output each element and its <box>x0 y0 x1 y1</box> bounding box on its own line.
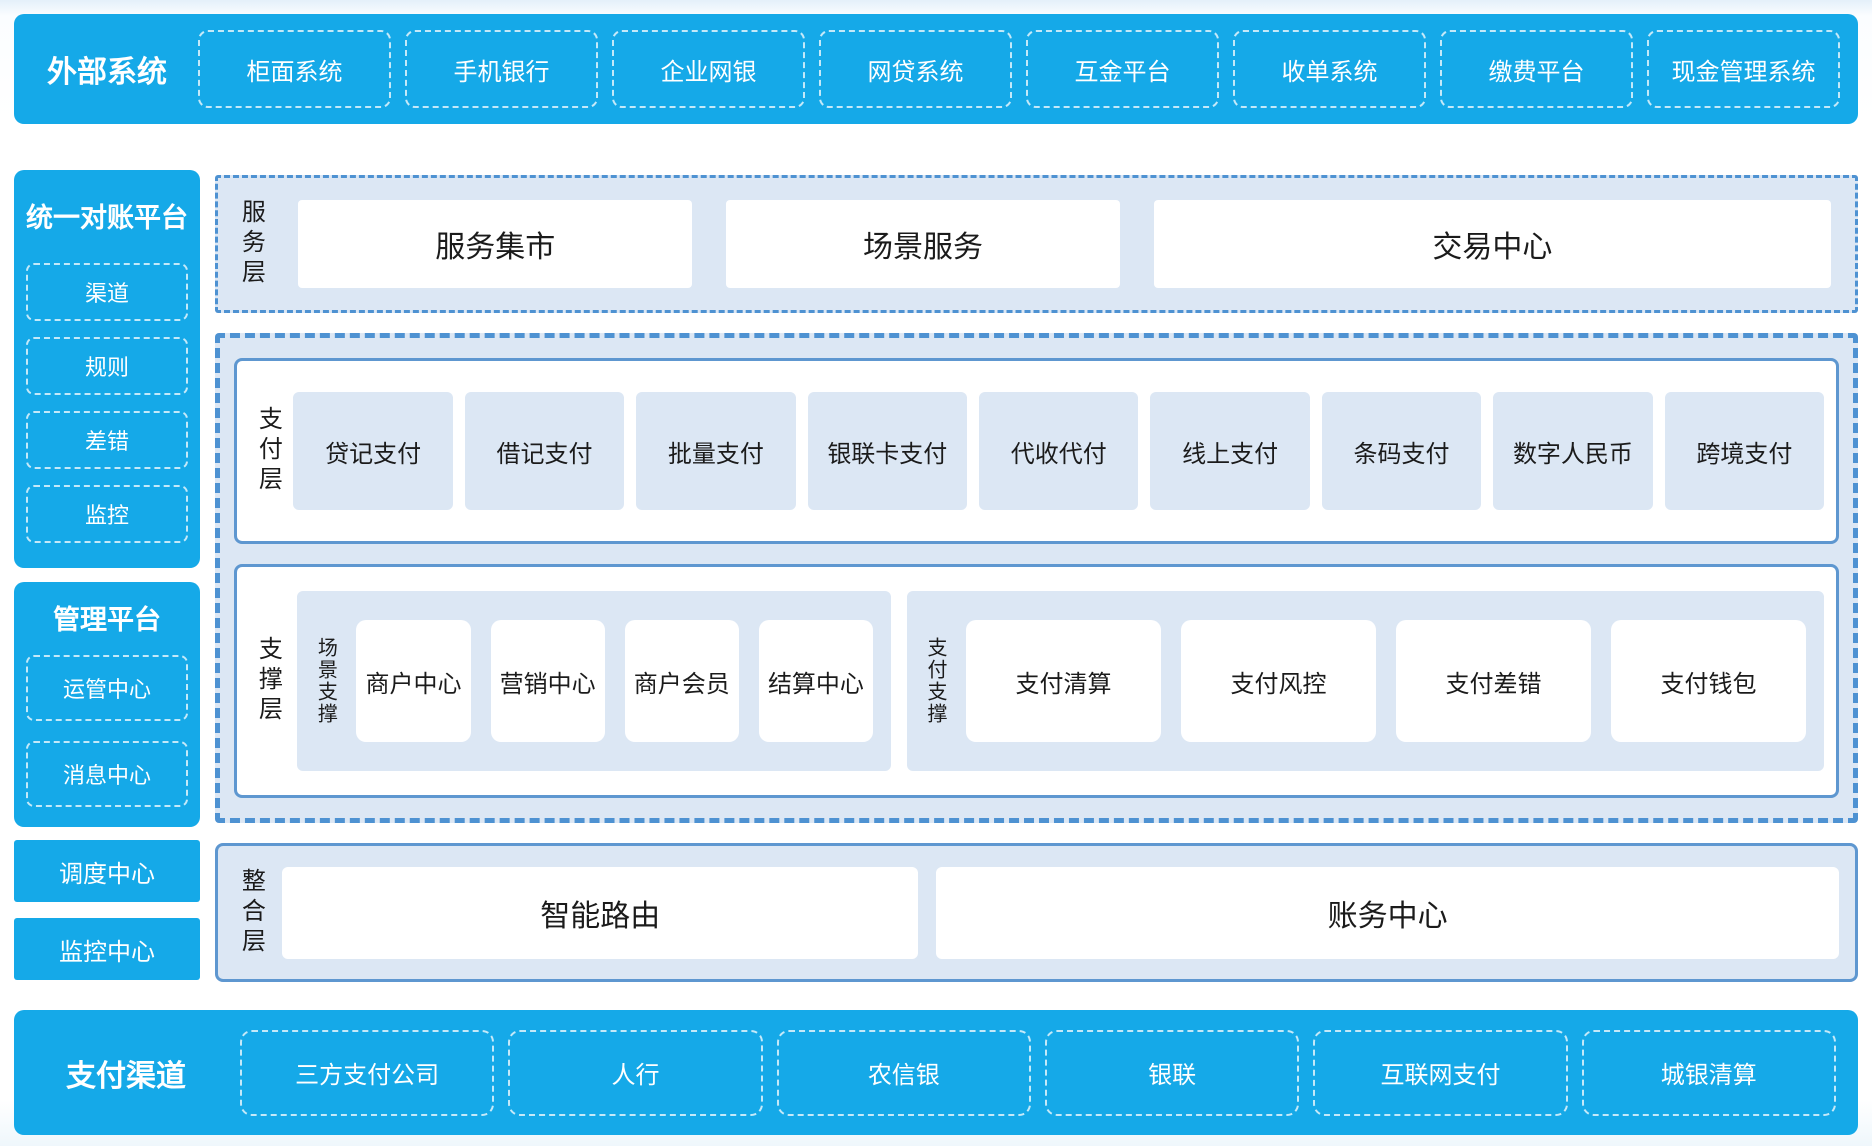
payment-support-label: 支付支撑 <box>925 637 946 725</box>
service-item: 交易中心 <box>1154 200 1831 288</box>
service-layer-panel: 服务层 服务集市 场景服务 交易中心 <box>215 175 1858 313</box>
service-layer-label: 服务层 <box>238 199 264 289</box>
architecture-diagram: 外部系统 柜面系统 手机银行 企业网银 网贷系统 互金平台 收单系统 缴费平台 … <box>0 0 1872 1146</box>
recon-item: 规则 <box>26 337 188 395</box>
scene-support-item: 商户会员 <box>625 620 739 742</box>
payment-support-item: 支付差错 <box>1396 620 1591 742</box>
sidebar: 统一对账平台 渠道 规则 差错 监控 管理平台 运管中心 消息中心 调度中心 监… <box>14 124 200 982</box>
recon-item: 差错 <box>26 411 188 469</box>
payment-item: 银联卡支付 <box>808 392 967 510</box>
payment-channel-item: 三方支付公司 <box>240 1030 494 1116</box>
service-item: 服务集市 <box>298 200 692 288</box>
payment-layer-panel: 支付层 贷记支付 借记支付 批量支付 银联卡支付 代收代付 线上支付 条码支付 … <box>234 358 1839 544</box>
payment-support-group: 支付支撑 支付清算 支付风控 支付差错 支付钱包 <box>907 591 1824 771</box>
payment-channels-title: 支付渠道 <box>36 1051 216 1095</box>
monitor-center-box: 监控中心 <box>14 918 200 980</box>
payment-support-item: 支付风控 <box>1181 620 1376 742</box>
integration-item: 账务中心 <box>936 867 1839 959</box>
payment-support-item: 支付钱包 <box>1611 620 1806 742</box>
main-column: 服务层 服务集市 场景服务 交易中心 支付层 贷记支付 借记支付 批量支付 银联… <box>215 124 1858 982</box>
scene-support-item: 商户中心 <box>356 620 470 742</box>
payment-support-item: 支付清算 <box>966 620 1161 742</box>
scene-support-group: 场景支撑 商户中心 营销中心 商户会员 结算中心 <box>297 591 891 771</box>
support-layer-label: 支撑层 <box>255 636 281 726</box>
recon-item: 渠道 <box>26 263 188 321</box>
external-systems-title: 外部系统 <box>32 47 182 91</box>
external-system-item: 企业网银 <box>612 30 805 108</box>
payment-channels-items: 三方支付公司 人行 农信银 银联 互联网支付 城银清算 <box>240 1030 1836 1116</box>
external-system-item: 缴费平台 <box>1440 30 1633 108</box>
integration-layer-panel: 整合层 智能路由 账务中心 <box>215 843 1858 982</box>
payment-layer-label: 支付层 <box>255 406 281 496</box>
recon-item: 监控 <box>26 485 188 543</box>
external-systems-items: 柜面系统 手机银行 企业网银 网贷系统 互金平台 收单系统 缴费平台 现金管理系… <box>198 30 1840 108</box>
external-system-item: 柜面系统 <box>198 30 391 108</box>
payment-channels-bar: 支付渠道 三方支付公司 人行 农信银 银联 互联网支付 城银清算 <box>14 1010 1858 1135</box>
core-layers-container: 支付层 贷记支付 借记支付 批量支付 银联卡支付 代收代付 线上支付 条码支付 … <box>215 333 1858 823</box>
external-system-item: 现金管理系统 <box>1647 30 1840 108</box>
dispatch-center-box: 调度中心 <box>14 840 200 902</box>
mgmt-platform-title: 管理平台 <box>26 598 188 637</box>
payment-channel-item: 城银清算 <box>1582 1030 1836 1116</box>
body-row: 统一对账平台 渠道 规则 差错 监控 管理平台 运管中心 消息中心 调度中心 监… <box>14 124 1858 982</box>
external-system-item: 手机银行 <box>405 30 598 108</box>
recon-platform-panel: 统一对账平台 渠道 规则 差错 监控 <box>14 170 200 568</box>
external-system-item: 网贷系统 <box>819 30 1012 108</box>
payment-item: 线上支付 <box>1150 392 1309 510</box>
external-system-item: 互金平台 <box>1026 30 1219 108</box>
payment-channel-item: 人行 <box>508 1030 762 1116</box>
payment-item: 批量支付 <box>636 392 795 510</box>
payment-channel-item: 银联 <box>1045 1030 1299 1116</box>
payment-item: 借记支付 <box>465 392 624 510</box>
recon-platform-title: 统一对账平台 <box>26 196 188 235</box>
mgmt-platform-panel: 管理平台 运管中心 消息中心 <box>14 582 200 827</box>
scene-support-label: 场景支撑 <box>315 637 336 725</box>
external-system-item: 收单系统 <box>1233 30 1426 108</box>
mgmt-item: 消息中心 <box>26 741 188 807</box>
integration-item: 智能路由 <box>282 867 918 959</box>
payment-item: 贷记支付 <box>293 392 452 510</box>
payment-item: 代收代付 <box>979 392 1138 510</box>
payment-item: 数字人民币 <box>1493 392 1652 510</box>
support-layer-panel: 支撑层 场景支撑 商户中心 营销中心 商户会员 结算中心 支付支撑 支付清算 支… <box>234 564 1839 798</box>
service-item: 场景服务 <box>726 200 1120 288</box>
external-systems-bar: 外部系统 柜面系统 手机银行 企业网银 网贷系统 互金平台 收单系统 缴费平台 … <box>14 14 1858 124</box>
integration-layer-label: 整合层 <box>238 868 264 958</box>
payment-item: 跨境支付 <box>1665 392 1824 510</box>
payment-item: 条码支付 <box>1322 392 1481 510</box>
payment-channel-item: 互联网支付 <box>1313 1030 1567 1116</box>
scene-support-item: 营销中心 <box>491 620 605 742</box>
scene-support-item: 结算中心 <box>759 620 873 742</box>
mgmt-item: 运管中心 <box>26 655 188 721</box>
payment-channel-item: 农信银 <box>777 1030 1031 1116</box>
